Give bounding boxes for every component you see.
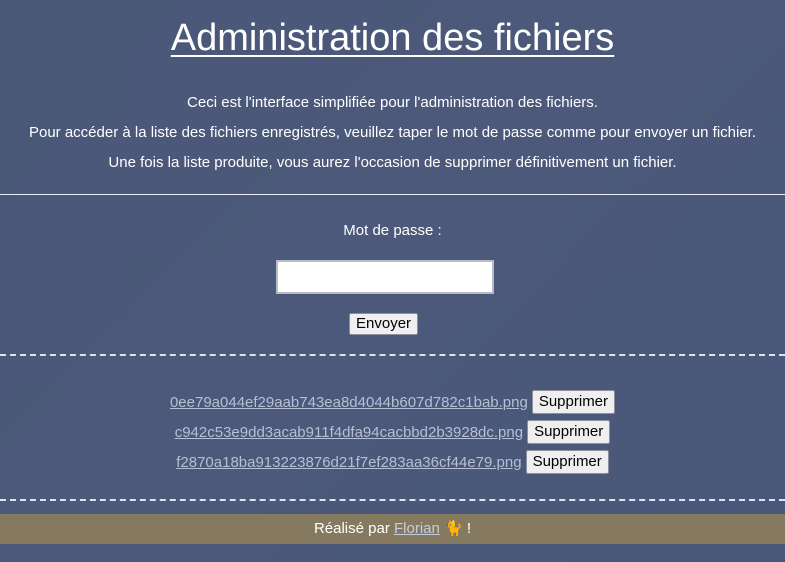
password-label: Mot de passe : bbox=[343, 222, 442, 239]
divider-dashed-top bbox=[0, 354, 785, 356]
submit-button[interactable]: Envoyer bbox=[349, 313, 419, 335]
file-link[interactable]: 0ee79a044ef29aab743ea8d4044b607d782c1bab… bbox=[170, 394, 528, 411]
intro-line-1: Ceci est l'interface simplifiée pour l'a… bbox=[187, 94, 598, 111]
intro-text: Ceci est l'interface simplifiée pour l'a… bbox=[0, 92, 785, 182]
password-input[interactable] bbox=[276, 260, 494, 294]
author-link[interactable]: Florian bbox=[394, 520, 440, 537]
footer: Réalisé par Florian 🐈 ! bbox=[0, 514, 785, 544]
cat-emoji-icon: 🐈 bbox=[444, 520, 463, 537]
file-row: c942c53e9dd3acab911f4dfa94cacbbd2b3928dc… bbox=[0, 417, 785, 447]
file-row: f2870a18ba913223876d21f7ef283aa36cf44e79… bbox=[0, 447, 785, 477]
intro-line-2: Pour accéder à la liste des fichiers enr… bbox=[28, 124, 757, 141]
file-link[interactable]: c942c53e9dd3acab911f4dfa94cacbbd2b3928dc… bbox=[175, 424, 523, 441]
divider-solid bbox=[0, 194, 785, 195]
file-link[interactable]: f2870a18ba913223876d21f7ef283aa36cf44e79… bbox=[176, 454, 521, 471]
intro-line-3: Une fois la liste produite, vous aurez l… bbox=[108, 154, 677, 171]
delete-button[interactable]: Supprimer bbox=[531, 390, 616, 414]
page-title: Administration des fichiers bbox=[170, 17, 615, 59]
divider-dashed-bottom bbox=[0, 499, 785, 501]
file-row: 0ee79a044ef29aab743ea8d4044b607d782c1bab… bbox=[0, 387, 785, 417]
file-list: 0ee79a044ef29aab743ea8d4044b607d782c1bab… bbox=[0, 387, 785, 477]
delete-button[interactable]: Supprimer bbox=[527, 420, 611, 444]
footer-prefix: Réalisé par bbox=[313, 520, 394, 537]
footer-suffix: ! bbox=[462, 520, 472, 537]
delete-button[interactable]: Supprimer bbox=[525, 450, 609, 474]
